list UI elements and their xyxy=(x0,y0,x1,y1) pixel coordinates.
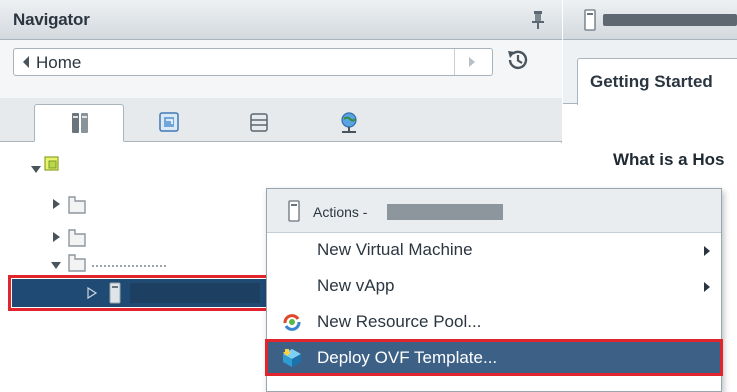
menu-item-label: New vApp xyxy=(317,276,395,295)
tab-networking[interactable] xyxy=(304,104,394,142)
collapse-folder-3-toggle[interactable] xyxy=(50,259,62,271)
menu-item-label: New Virtual Machine xyxy=(317,240,473,259)
folder-icon[interactable] xyxy=(66,251,88,273)
content-header xyxy=(563,0,737,40)
datacenter-icon[interactable] xyxy=(42,153,64,175)
tab-hosts-clusters[interactable] xyxy=(34,104,124,142)
storage-icon xyxy=(250,113,268,132)
content-heading: What is a Hos xyxy=(613,150,725,169)
host-icon xyxy=(109,282,121,304)
deploy-ovf-icon xyxy=(283,349,301,367)
expand-datacenter-toggle[interactable] xyxy=(30,163,42,175)
menu-item-new-vapp[interactable]: New vApp xyxy=(267,269,721,302)
navigator-title: Navigator xyxy=(13,10,90,29)
tab-vms-templates[interactable] xyxy=(124,104,214,142)
submenu-arrow-icon xyxy=(704,282,710,292)
pin-icon[interactable] xyxy=(531,9,545,31)
back-arrow-icon xyxy=(23,56,29,68)
submenu-arrow-icon xyxy=(704,246,710,256)
menu-item-label: New Resource Pool... xyxy=(317,312,482,331)
redacted-object-title xyxy=(603,14,737,26)
forward-button[interactable] xyxy=(454,49,492,75)
tree-item-selected-host[interactable] xyxy=(8,275,270,311)
folder-icon[interactable] xyxy=(66,226,88,248)
menu-item-label: Deploy OVF Template... xyxy=(317,348,498,367)
expand-folder-1-toggle[interactable] xyxy=(50,198,62,210)
menu-item-deploy-ovf-template[interactable]: Deploy OVF Template... xyxy=(265,339,723,376)
tab-getting-started[interactable]: Getting Started xyxy=(577,58,737,105)
content-tabs: Getting Started xyxy=(563,40,737,105)
context-menu-header: Actions - xyxy=(267,189,721,233)
home-button[interactable]: Home xyxy=(13,48,493,76)
context-menu-title: Actions - xyxy=(313,204,368,220)
host-icon xyxy=(288,200,300,222)
navigator-history-bar: Home xyxy=(0,40,562,98)
network-icon xyxy=(341,112,357,133)
hosts-clusters-icon xyxy=(72,113,88,133)
vms-templates-icon xyxy=(159,112,179,132)
home-label: Home xyxy=(36,53,82,72)
redacted-host-name xyxy=(130,283,260,303)
navigator-tabs xyxy=(0,98,562,142)
history-icon[interactable] xyxy=(505,47,531,73)
actions-context-menu: Actions - New Virtual Machine New vApp N… xyxy=(265,188,723,392)
redacted-folder-name xyxy=(92,261,166,267)
forward-arrow-icon xyxy=(469,57,475,67)
folder-icon[interactable] xyxy=(66,193,88,215)
resource-pool-icon xyxy=(283,314,301,331)
navigator-header: Navigator xyxy=(0,0,562,40)
redacted-host-name xyxy=(387,204,503,220)
menu-item-new-resource-pool[interactable]: New Resource Pool... xyxy=(267,305,721,338)
host-icon xyxy=(584,9,596,31)
tab-getting-started-label: Getting Started xyxy=(590,72,713,91)
expand-host-toggle[interactable] xyxy=(86,286,98,300)
tab-storage[interactable] xyxy=(214,104,304,142)
expand-folder-2-toggle[interactable] xyxy=(50,231,62,243)
menu-item-new-virtual-machine[interactable]: New Virtual Machine xyxy=(267,233,721,266)
